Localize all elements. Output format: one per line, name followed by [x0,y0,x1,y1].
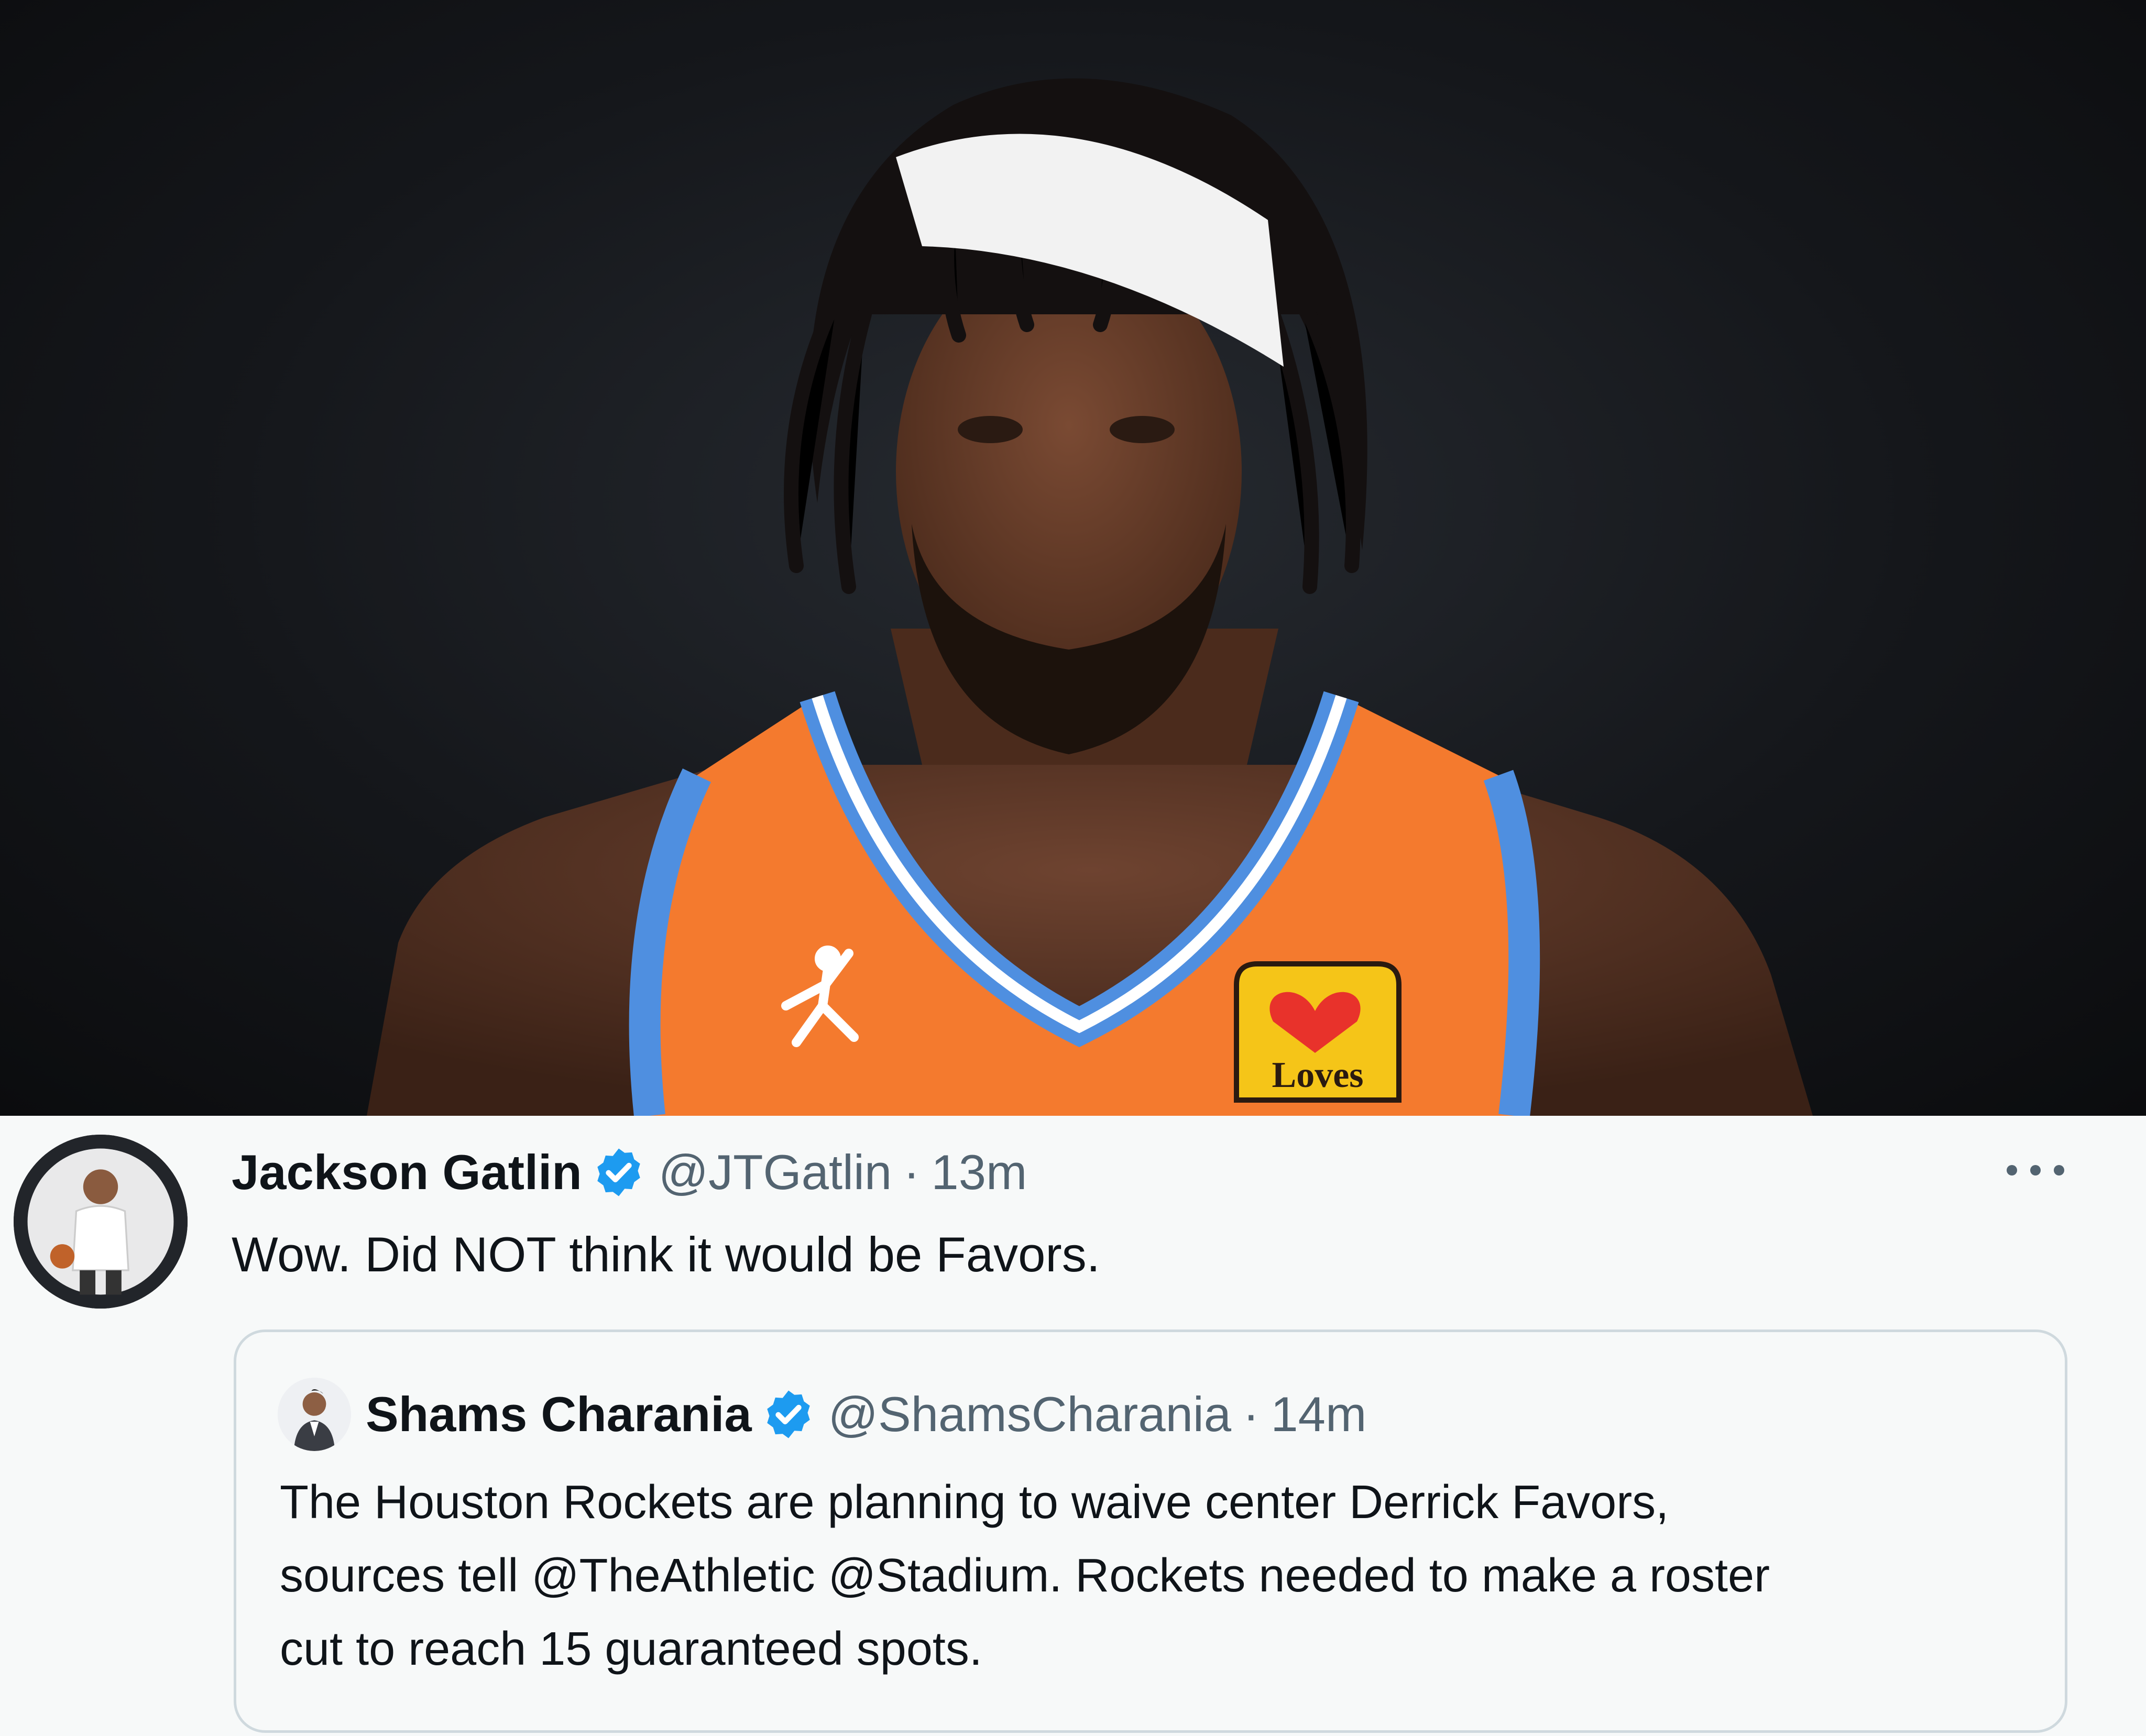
quoted-tweet-text-line: sources tell @TheAthletic @Stadium. Rock… [280,1550,1770,1602]
sponsor-patch: Loves [1234,961,1402,1103]
quoted-tweet-text-line: The Houston Rockets are planning to waiv… [280,1476,1669,1529]
quoted-author-avatar-image [278,1378,351,1451]
author-handle[interactable]: @JTGatlin [659,1141,892,1204]
tweet-timestamp[interactable]: 13m [931,1141,1027,1204]
separator-dot: · [903,1145,920,1200]
sponsor-patch-text: Loves [1272,1055,1364,1095]
player-photo: Loves [367,78,1813,1116]
player-eye-right [1110,416,1175,443]
quoted-separator-dot: · [1243,1387,1260,1442]
quoted-tweet-timestamp[interactable]: 14m [1271,1383,1366,1446]
player-eye-left [958,416,1023,443]
quoted-verified-icon [761,1387,816,1442]
quoted-author-handle[interactable]: @ShamsCharania [828,1383,1231,1446]
tweet-text: Wow. Did NOT think it would be Favors. [232,1227,1100,1282]
quoted-tweet-header: Shams Charania @ShamsCharania · 14m [366,1383,1366,1446]
author-name[interactable]: Jackson Gatlin [232,1141,582,1204]
author-avatar-image [14,1135,188,1309]
article-photo: Loves [0,0,2146,1116]
author-avatar[interactable] [14,1135,188,1309]
more-options-icon[interactable] [2007,1155,2064,1186]
quoted-tweet-text: The Houston Rockets are planning to waiv… [280,1466,2051,1686]
tweet-header: Jackson Gatlin @JTGatlin · 13m [232,1141,1027,1204]
quoted-author-avatar[interactable] [278,1378,351,1451]
quoted-author-name[interactable]: Shams Charania [366,1383,752,1446]
verified-icon [592,1145,646,1200]
quoted-tweet-text-line: cut to reach 15 guaranteed spots. [280,1623,982,1675]
